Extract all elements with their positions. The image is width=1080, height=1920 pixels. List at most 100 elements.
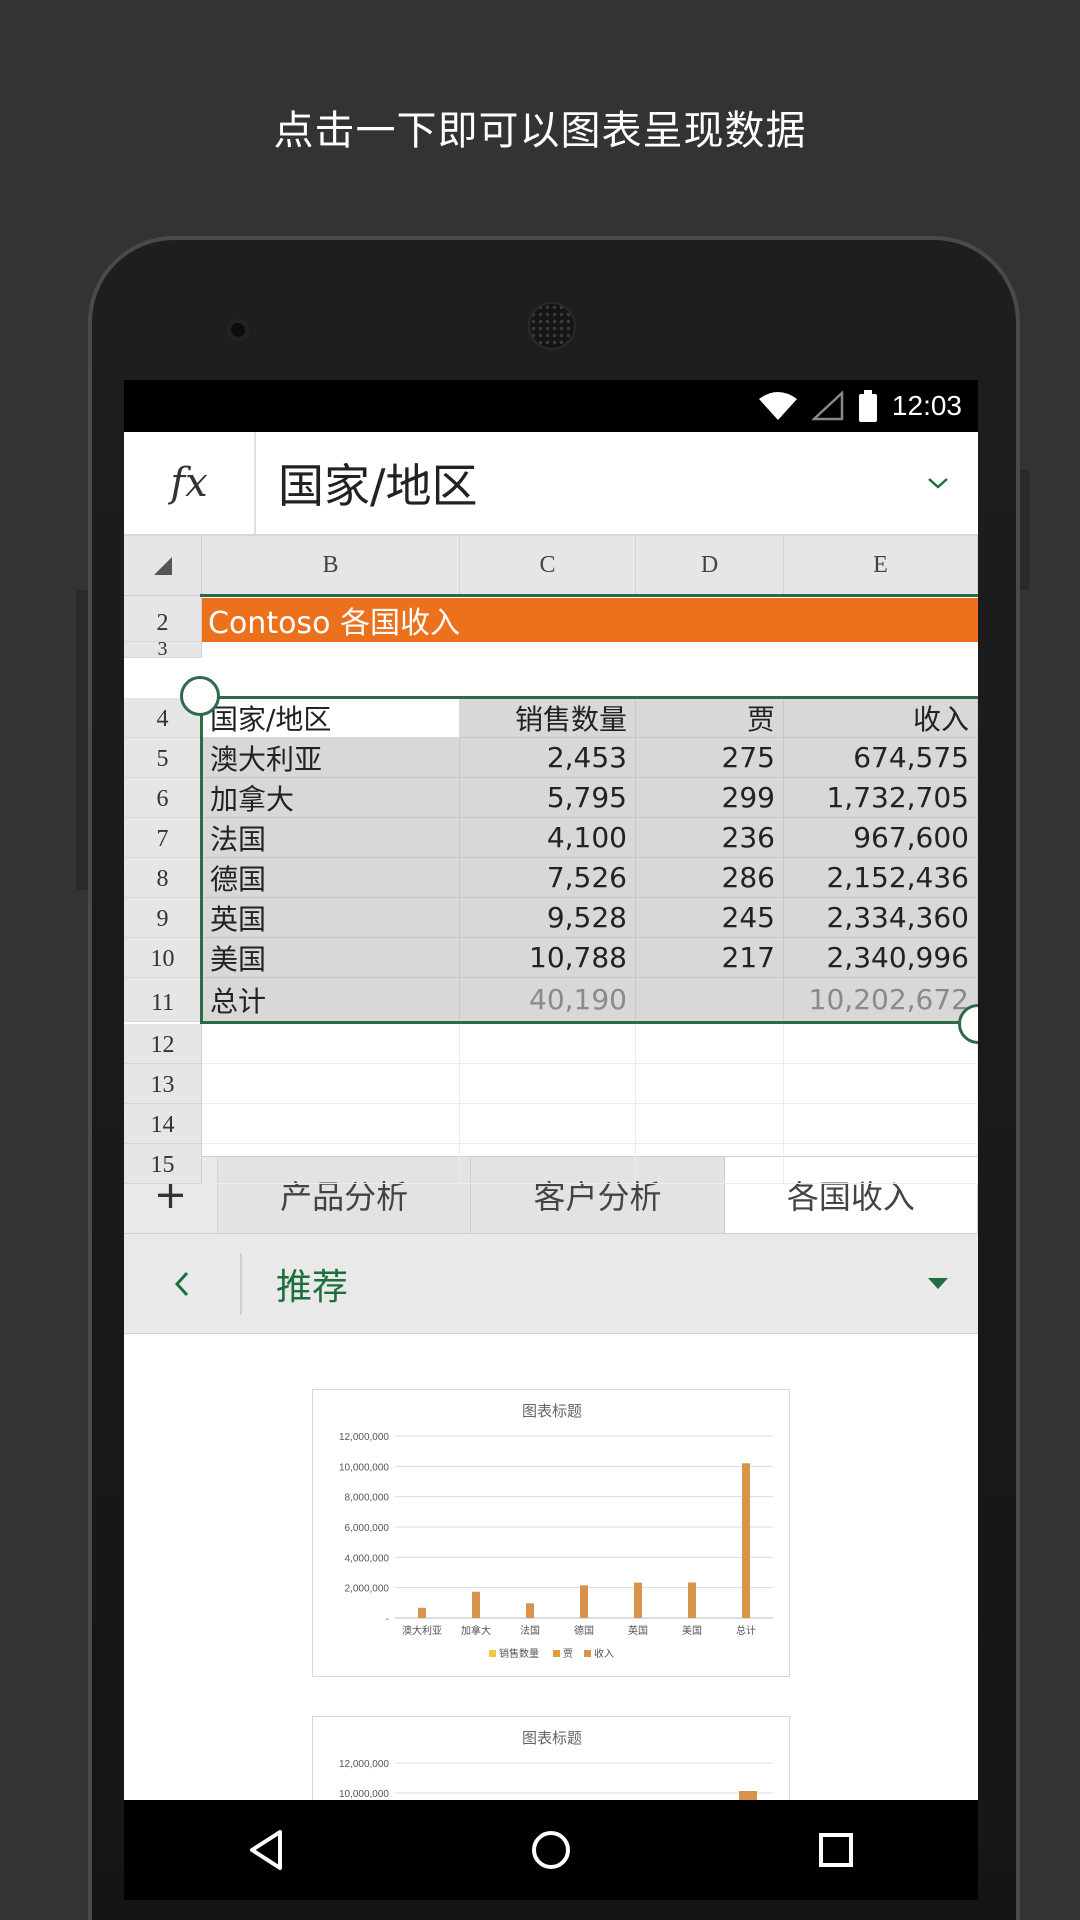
price-cell[interactable]: 236 <box>636 818 784 858</box>
row-header[interactable]: 12 <box>124 1024 202 1064</box>
x-tick-label: 英国 <box>628 1624 648 1637</box>
column-header-d[interactable]: D <box>636 536 784 595</box>
row-header[interactable]: 11 <box>124 978 202 1022</box>
x-tick-label: 澳大利亚 <box>402 1624 442 1637</box>
row-header[interactable]: 9 <box>124 898 202 938</box>
country-cell[interactable]: 英国 <box>202 898 460 938</box>
spacer-row <box>202 658 978 698</box>
chart-recommendations[interactable]: 图表标题 12,000,000 10,000,000 8,000,000 6,000,0… <box>124 1334 978 1800</box>
revenue-cell[interactable]: 1,732,705 <box>784 778 978 818</box>
title-outline <box>200 594 978 597</box>
empty-cell[interactable] <box>202 1104 460 1144</box>
row-header[interactable]: 7 <box>124 818 202 858</box>
empty-cell[interactable] <box>636 1064 784 1104</box>
empty-cell[interactable] <box>784 1104 978 1144</box>
legend-label: 收入 <box>594 1647 614 1660</box>
country-cell[interactable]: 加拿大 <box>202 778 460 818</box>
qty-cell[interactable]: 10,788 <box>460 938 636 978</box>
revenue-cell[interactable]: 2,334,360 <box>784 898 978 938</box>
header-cell[interactable]: 销售数量 <box>460 698 636 738</box>
wifi-icon <box>758 392 797 420</box>
qty-cell[interactable]: 9,528 <box>460 898 636 938</box>
column-header-c[interactable]: C <box>460 536 636 595</box>
y-tick-label: 2,000,000 <box>345 1584 390 1595</box>
revenue-cell[interactable]: 2,152,436 <box>784 858 978 898</box>
table-row: 9 英国 9,528 245 2,334,360 <box>124 898 978 938</box>
chart-preview-card[interactable]: 图表标题 12,000,000 10,000,000 <box>312 1716 790 1800</box>
empty-cell[interactable] <box>460 1144 636 1184</box>
y-tick-label: 12,000,000 <box>339 1432 389 1443</box>
empty-cell[interactable] <box>784 1064 978 1104</box>
empty-cell[interactable] <box>784 1024 978 1064</box>
battery-icon <box>858 390 877 422</box>
bar-revenue <box>472 1591 480 1618</box>
qty-cell[interactable]: 2,453 <box>460 738 636 778</box>
country-cell[interactable]: 澳大利亚 <box>202 738 460 778</box>
back-button[interactable] <box>124 1252 242 1315</box>
revenue-cell[interactable]: 674,575 <box>784 738 978 778</box>
empty-cell[interactable] <box>460 1104 636 1144</box>
recents-square-icon[interactable] <box>816 1830 856 1870</box>
revenue-cell[interactable]: 967,600 <box>784 818 978 858</box>
header-cell[interactable]: 贾 <box>636 698 784 738</box>
empty-cell[interactable] <box>202 1064 460 1104</box>
total-price-cell[interactable] <box>636 978 784 1022</box>
formula-input[interactable]: 国家/地区 <box>256 432 898 534</box>
column-header-e[interactable]: E <box>784 536 978 595</box>
bar-revenue <box>739 1791 757 1800</box>
chart-title: 图表标题 <box>522 1729 582 1747</box>
qty-cell[interactable]: 5,795 <box>460 778 636 818</box>
total-label-cell[interactable]: 总计 <box>202 978 460 1022</box>
empty-cell[interactable] <box>636 1144 784 1184</box>
empty-cell[interactable] <box>460 1064 636 1104</box>
empty-cell[interactable] <box>636 1024 784 1064</box>
row-header[interactable]: 15 <box>124 1144 202 1184</box>
revenue-cell[interactable]: 2,340,996 <box>784 938 978 978</box>
row-header[interactable]: 10 <box>124 938 202 978</box>
home-circle-icon[interactable] <box>529 1828 573 1872</box>
back-triangle-icon[interactable] <box>246 1828 286 1872</box>
row-header[interactable]: 5 <box>124 738 202 778</box>
selection-handle-start[interactable] <box>180 676 220 716</box>
empty-cell[interactable] <box>202 1024 460 1064</box>
price-cell[interactable]: 286 <box>636 858 784 898</box>
empty-cell[interactable] <box>202 1144 460 1184</box>
caret-down-icon <box>928 1277 948 1289</box>
empty-cell[interactable] <box>636 1104 784 1144</box>
price-cell[interactable]: 299 <box>636 778 784 818</box>
bar-revenue <box>742 1463 750 1618</box>
row-header[interactable]: 8 <box>124 858 202 898</box>
formula-expand-button[interactable] <box>898 432 978 534</box>
country-cell[interactable]: 美国 <box>202 938 460 978</box>
row-header[interactable]: 13 <box>124 1064 202 1104</box>
total-revenue-cell[interactable]: 10,202,672 <box>784 978 978 1022</box>
row-header[interactable]: 2 <box>124 596 202 642</box>
empty-cell[interactable] <box>784 1144 978 1184</box>
row-header[interactable]: 3 <box>124 638 202 660</box>
recommend-dropdown-button[interactable] <box>898 1277 978 1291</box>
qty-cell[interactable]: 7,526 <box>460 858 636 898</box>
total-qty-cell[interactable]: 40,190 <box>460 978 636 1022</box>
column-header-b[interactable]: B <box>202 536 460 595</box>
empty-cell[interactable] <box>460 1024 636 1064</box>
table-row: 15 <box>124 1144 978 1184</box>
y-tick-label: 10,000,000 <box>339 1462 389 1473</box>
price-cell[interactable]: 217 <box>636 938 784 978</box>
legend-swatch <box>489 1650 496 1657</box>
country-cell[interactable]: 法国 <box>202 818 460 858</box>
chart-preview-card[interactable]: 图表标题 12,000,000 10,000,000 8,000,000 6,000,0… <box>312 1389 790 1677</box>
function-button[interactable]: fx <box>124 432 256 534</box>
row-header[interactable]: 6 <box>124 778 202 818</box>
price-cell[interactable]: 275 <box>636 738 784 778</box>
spreadsheet-grid[interactable]: B C D E 2 Contoso 各国收入 3 4 国家/地区 销售数量 贾 … <box>124 536 978 1184</box>
select-all-button[interactable] <box>124 536 202 595</box>
country-cell[interactable]: 德国 <box>202 858 460 898</box>
front-camera <box>226 318 250 342</box>
chevron-left-icon <box>174 1271 189 1296</box>
sheet-title-cell[interactable]: Contoso 各国收入 <box>202 598 978 642</box>
price-cell[interactable]: 245 <box>636 898 784 938</box>
header-cell[interactable]: 收入 <box>784 698 978 738</box>
header-cell[interactable]: 国家/地区 <box>202 698 460 738</box>
row-header[interactable]: 14 <box>124 1104 202 1144</box>
qty-cell[interactable]: 4,100 <box>460 818 636 858</box>
